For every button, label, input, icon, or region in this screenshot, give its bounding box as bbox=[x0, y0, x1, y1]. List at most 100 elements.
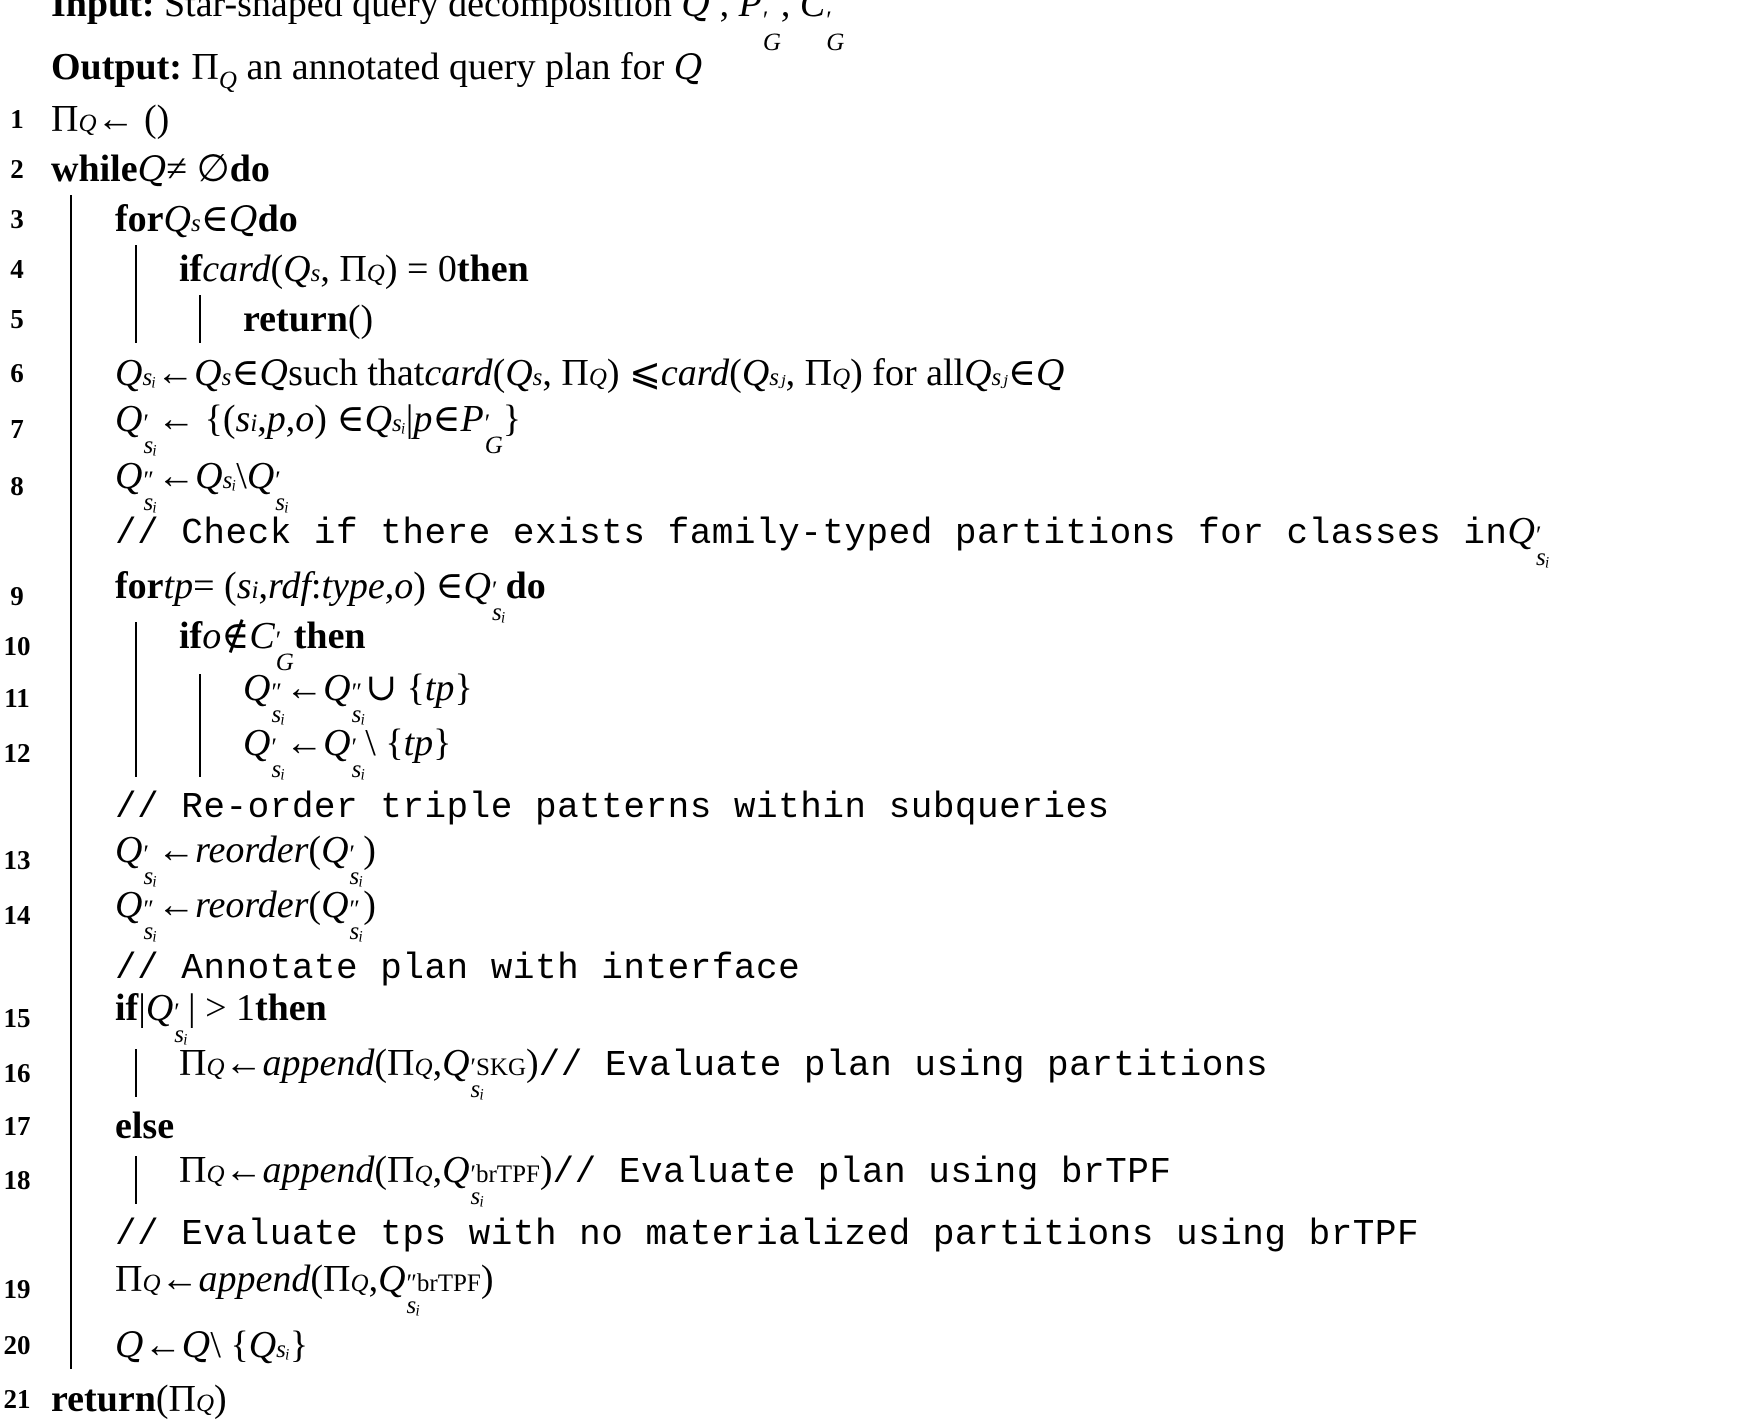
sub-superscript: ′ sᵢ bbox=[143, 841, 158, 891]
block-indent-guide bbox=[135, 1049, 137, 1097]
comment-line: // Check if there exists family-typed pa… bbox=[0, 512, 1762, 570]
line-content: Q ″ sᵢ ← reorder(Q ″ sᵢ) bbox=[115, 886, 376, 944]
line-number: 2 bbox=[10, 154, 24, 184]
math-text: such that bbox=[288, 352, 425, 394]
subscript: Q bbox=[414, 1054, 433, 1082]
line-number: 15 bbox=[3, 1003, 31, 1033]
keyword: if bbox=[179, 248, 203, 290]
sub-superscript: ′ sᵢ bbox=[174, 999, 188, 1049]
math-text: Q bbox=[246, 455, 275, 498]
algorithm-line: 9 for tp = (s i, rdf : type, o) ∈ Q ′ sᵢ do bbox=[0, 567, 1762, 625]
math-text: Π bbox=[179, 1149, 207, 1192]
math-text: Q bbox=[115, 884, 143, 927]
math-text: tp bbox=[163, 565, 194, 608]
math-text: ← () bbox=[96, 98, 170, 140]
keyword: do bbox=[505, 565, 546, 608]
math-text: ) bbox=[363, 884, 376, 927]
math-text: } bbox=[502, 398, 522, 441]
sub-superscript: ″ sᵢ bbox=[351, 679, 366, 729]
math-text: o bbox=[394, 565, 414, 608]
math-text: Q bbox=[259, 354, 289, 394]
math-text: ∈ bbox=[432, 398, 461, 441]
math-text: Q bbox=[364, 398, 393, 441]
math-text: Q bbox=[964, 352, 992, 394]
math-text: , Π bbox=[785, 352, 833, 394]
math-text: ) = 0 bbox=[384, 248, 457, 290]
line-number: 1 bbox=[10, 104, 24, 134]
line-content: Q ← Q \ {Qsᵢ} bbox=[115, 1326, 308, 1364]
math-text: | > 1 bbox=[187, 987, 256, 1030]
subscript: s bbox=[221, 364, 232, 391]
algorithm-line: 1ΠQ ← () bbox=[0, 94, 1762, 144]
algorithm-line: 18 Π Q ← append (Π Q, Q ′brTPF sᵢ) // Evaluate… bbox=[0, 1151, 1762, 1209]
math-text: | bbox=[138, 987, 146, 1030]
math-text: Q bbox=[323, 722, 351, 765]
line-content: if card(Qs, Π Q) = 0 then bbox=[179, 250, 529, 288]
math-text: : bbox=[310, 565, 322, 608]
algorithm-line: 3 for Qs ∈ Q do bbox=[0, 194, 1762, 244]
math-text: Q bbox=[283, 248, 311, 290]
math-text: ) bbox=[539, 1149, 553, 1192]
subscript: Q bbox=[206, 1054, 225, 1082]
keyword: while bbox=[51, 148, 138, 190]
math-text: (Π bbox=[310, 1258, 351, 1301]
comment-text: // Check if there exists family-typed pa… bbox=[115, 513, 1508, 555]
math-text: ← bbox=[160, 1258, 199, 1301]
line-content: if | Q ′ sᵢ | > 1 then bbox=[115, 989, 327, 1047]
output-description: ΠQ an annotated query plan for Q bbox=[191, 48, 702, 93]
math-text: ∈ bbox=[231, 352, 260, 394]
line-content: Q ′ sᵢ ← reorder(Q ′ sᵢ) bbox=[115, 831, 376, 889]
line-number: 21 bbox=[3, 1384, 31, 1414]
subscript: sⱼ bbox=[769, 364, 786, 391]
input-label: Input: bbox=[51, 0, 155, 26]
keyword: return bbox=[51, 1378, 156, 1420]
line-content: return () bbox=[243, 300, 373, 338]
sub-superscript: ′ sᵢ bbox=[275, 467, 289, 517]
math-text: Q bbox=[115, 455, 143, 498]
sub-superscript: ′ sᵢ bbox=[143, 410, 158, 460]
math-text: Q bbox=[1507, 510, 1535, 553]
math-text: , bbox=[258, 565, 268, 608]
line-content: Qsᵢ ← Qs ∈ Q such that card(Qs, Π Q) ⩽ ca… bbox=[115, 354, 1065, 392]
math-text: ( bbox=[308, 829, 322, 872]
math-text: ∪ { bbox=[365, 667, 425, 710]
math-text: tp bbox=[403, 722, 434, 765]
math-text: Q bbox=[323, 667, 351, 710]
line-content: // Re-order triple patterns within subqu… bbox=[115, 790, 1110, 826]
math-text: Q bbox=[115, 398, 143, 441]
math-text: ← bbox=[224, 1042, 263, 1085]
algorithm-line: 12 Q ′ sᵢ ← Q ′ sᵢ \ {tp} bbox=[0, 724, 1762, 782]
subscript: Q bbox=[195, 1390, 215, 1417]
math-text: ( bbox=[308, 884, 322, 927]
subscript: Q bbox=[414, 1161, 433, 1189]
comment-text: // Annotate plan with interface bbox=[115, 948, 801, 989]
line-number: 8 bbox=[10, 471, 24, 501]
math-text: card bbox=[202, 248, 271, 290]
keyword: then bbox=[293, 615, 366, 658]
keyword: else bbox=[115, 1105, 175, 1147]
algorithm-line: 7 Q ′ sᵢ ← {(s i, p, o) ∈ Qsᵢ | p ∈ P ′ G} bbox=[0, 400, 1762, 458]
math-text: , bbox=[710, 0, 739, 26]
algorithm-line: 4 if card(Qs, Π Q) = 0 then bbox=[0, 244, 1762, 294]
subscript: Q bbox=[832, 364, 851, 391]
sub-superscript: ′ sᵢ bbox=[491, 577, 506, 627]
line-content: Q ″ sᵢ ← Q ″ sᵢ ∪ {tp} bbox=[243, 669, 473, 727]
math-text: Q bbox=[321, 829, 349, 872]
subscript: Q bbox=[350, 1270, 369, 1298]
math-text: Q bbox=[145, 987, 174, 1030]
comment-text: // Evaluate tps with no materialized par… bbox=[115, 1214, 1420, 1255]
keyword: do bbox=[257, 198, 298, 240]
math-text: , bbox=[432, 1149, 443, 1192]
math-text: , Π bbox=[320, 248, 367, 290]
algorithm-line: 2 while Q ≠ ∅ do bbox=[0, 144, 1762, 194]
math-text: ← {( bbox=[157, 398, 236, 441]
math-text: s bbox=[236, 565, 252, 608]
line-content: return (Π Q) bbox=[51, 1380, 227, 1418]
line-number: 19 bbox=[3, 1274, 31, 1304]
algorithm-line: 10 if o ∉ C ′ G then bbox=[0, 617, 1762, 675]
math-text: Q bbox=[673, 47, 703, 88]
math-text: Q bbox=[1036, 354, 1065, 394]
line-number: 14 bbox=[3, 900, 31, 930]
math-text: Q bbox=[741, 352, 770, 394]
line-number: 18 bbox=[3, 1165, 31, 1195]
